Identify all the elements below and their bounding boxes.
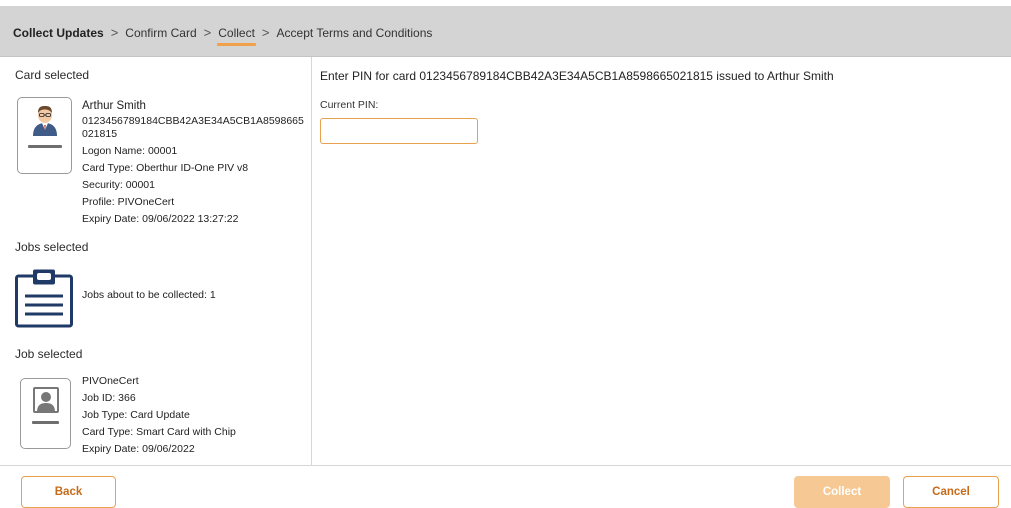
card-selected-title: Card selected [15, 68, 90, 82]
cancel-button[interactable]: Cancel [903, 476, 999, 508]
footer-bar: Back Collect Cancel [0, 465, 1011, 508]
card-holder-name: Arthur Smith [82, 100, 146, 112]
job-profile: PIVOneCert [82, 375, 139, 387]
breadcrumb-collect-updates: Collect Updates [13, 25, 104, 40]
card-details: Arthur Smith 0123456789184CBB42A3E34A5CB… [82, 98, 307, 228]
breadcrumb-bar: Collect Updates > Confirm Card > Collect… [0, 6, 1011, 57]
job-card-image [20, 378, 71, 449]
breadcrumb-separator: > [203, 25, 212, 40]
card-expiry-date: Expiry Date: 09/06/2022 13:27:22 [82, 213, 239, 225]
collect-button[interactable]: Collect [794, 476, 890, 508]
jobs-selected-title: Jobs selected [15, 240, 89, 254]
breadcrumb-separator: > [261, 25, 270, 40]
card-number: 0123456789184CBB42A3E34A5CB1A85986650218… [82, 115, 304, 140]
jobs-to-collect-text: Jobs about to be collected: 1 [82, 289, 216, 301]
card-image [17, 97, 72, 174]
job-id: Job ID: 366 [82, 392, 136, 404]
user-placeholder-icon [33, 387, 59, 413]
card-type: Card Type: Oberthur ID-One PIV v8 [82, 162, 249, 174]
card-stripe [28, 145, 62, 148]
breadcrumb-separator: > [110, 25, 119, 40]
job-details: PIVOneCert Job ID: 366 Job Type: Card Up… [82, 373, 236, 458]
pin-entry-panel: Enter PIN for card 0123456789184CBB42A3E… [313, 57, 1011, 465]
job-card-type: Card Type: Smart Card with Chip [82, 426, 236, 438]
job-card-stripe [32, 421, 59, 424]
person-photo-icon [33, 106, 57, 136]
card-logon-name: Logon Name: 00001 [82, 145, 178, 157]
job-expiry-date: Expiry Date: 09/06/2022 [82, 443, 195, 455]
job-type: Job Type: Card Update [82, 409, 190, 421]
breadcrumb-accept-terms: Accept Terms and Conditions [276, 25, 433, 40]
job-badge-icon [15, 269, 73, 328]
card-profile: Profile: PIVOneCert [82, 196, 175, 208]
pin-heading: Enter PIN for card 0123456789184CBB42A3E… [320, 69, 834, 83]
current-pin-label: Current PIN: [320, 99, 379, 111]
breadcrumb-collect: Collect [217, 25, 256, 46]
card-security: Security: 00001 [82, 179, 155, 191]
breadcrumb: Collect Updates > Confirm Card > Collect… [13, 25, 433, 46]
collect-updates-window: Collect Updates > Confirm Card > Collect… [0, 0, 1011, 508]
current-pin-input[interactable] [320, 118, 478, 144]
selection-summary-panel: Card selected Arthur Smith 0123456789184… [0, 57, 312, 465]
back-button[interactable]: Back [21, 476, 116, 508]
breadcrumb-confirm-card: Confirm Card [125, 25, 197, 40]
job-selected-title: Job selected [15, 347, 83, 361]
